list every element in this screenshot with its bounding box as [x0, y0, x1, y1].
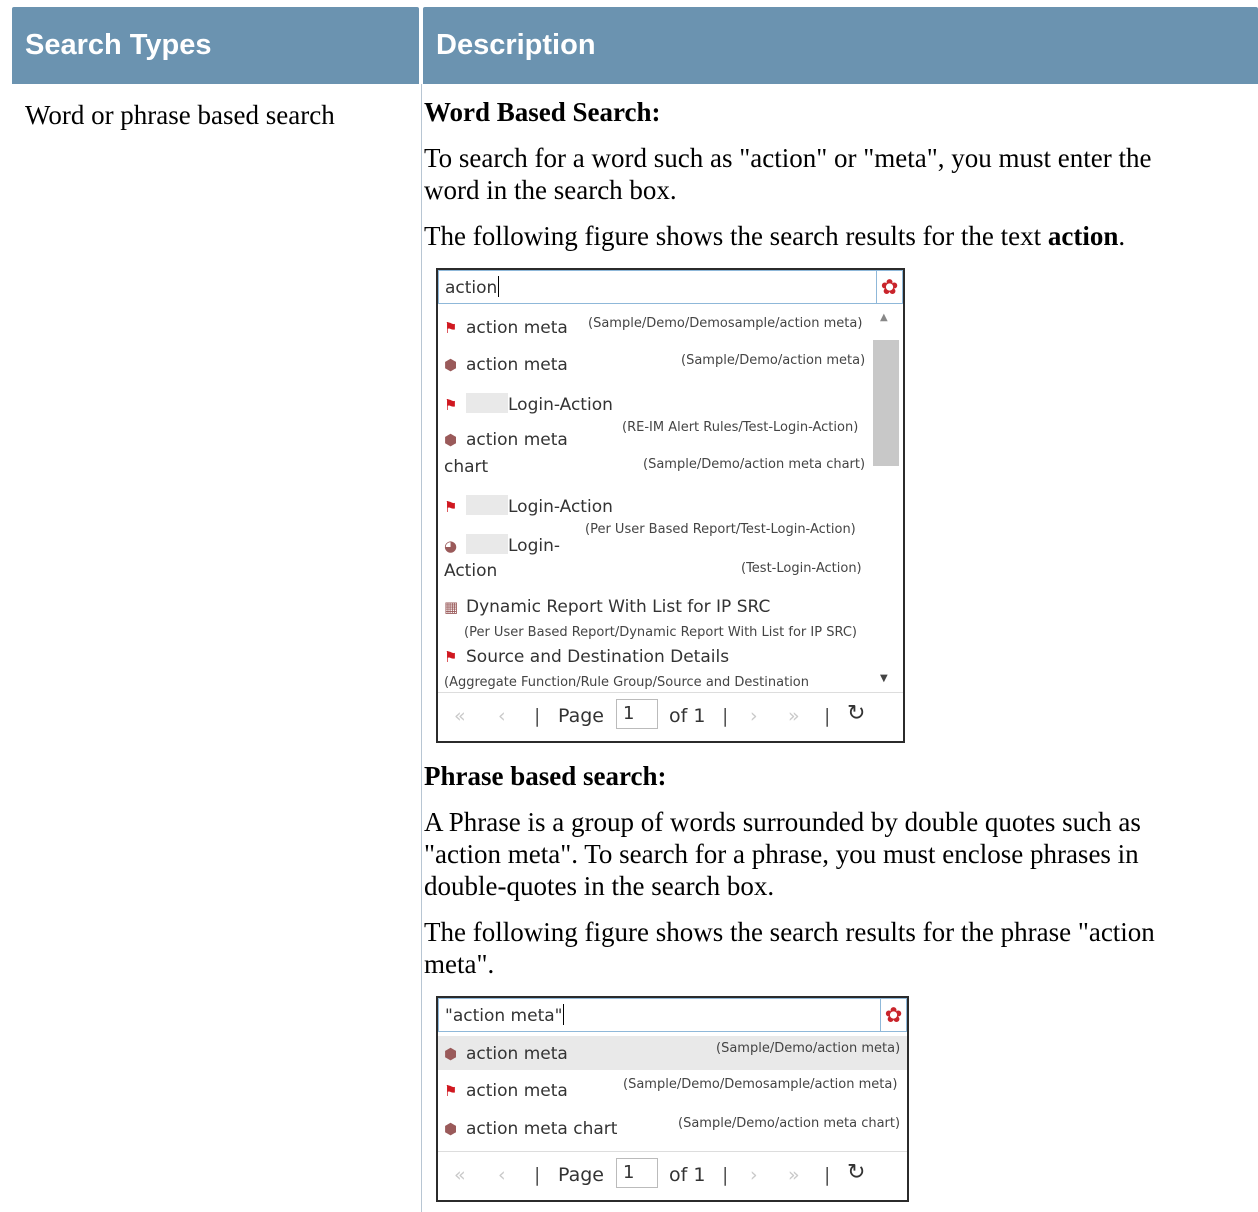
pager-separator: |	[722, 705, 729, 727]
results-scrollbar[interactable]: ▲ ▼	[871, 310, 901, 690]
gear-icon[interactable]: ✿	[880, 999, 906, 1031]
flag-icon: ⚑	[444, 396, 458, 414]
pagination-bar: « ‹ | Page 1 of 1 | › » | ↻	[438, 1151, 907, 1200]
result-path: (Sample/Demo/action meta chart)	[678, 1116, 901, 1131]
word-heading: Word Based Search:	[424, 97, 661, 127]
search-input[interactable]: "action meta"	[445, 1004, 565, 1026]
result-item[interactable]: ⬢ action meta	[444, 1044, 568, 1064]
page-number-input[interactable]: 1	[616, 699, 658, 729]
result-path: (Test-Login-Action)	[741, 561, 862, 576]
cube-icon: ⬢	[444, 1045, 458, 1063]
word-figure-caption: The following figure shows the search re…	[424, 221, 1126, 251]
result-item[interactable]: ⬢ action meta	[444, 355, 568, 375]
redacted-block	[466, 393, 508, 413]
refresh-icon[interactable]: ↻	[847, 701, 865, 726]
result-item[interactable]: ◕ Login-	[444, 534, 560, 556]
cube-icon: ⬢	[444, 431, 458, 449]
pager-separator: |	[534, 1164, 541, 1186]
first-page-icon[interactable]: «	[454, 1164, 466, 1186]
result-item[interactable]: ⚑ action meta	[444, 318, 568, 338]
flag-icon: ⚑	[444, 648, 458, 666]
phrase-para-line2: "action meta". To search for a phrase, y…	[424, 839, 1139, 869]
result-path: (RE-IM Alert Rules/Test-Login-Action)	[622, 420, 859, 435]
result-item[interactable]: ⬢ action meta chart	[444, 1119, 617, 1139]
scroll-up-icon[interactable]: ▲	[880, 312, 888, 323]
word-para-line2: word in the search box.	[424, 175, 677, 205]
result-path: (Per User Based Report/Dynamic Report Wi…	[464, 625, 857, 640]
result-item[interactable]: ⚑ action meta	[444, 1081, 568, 1101]
page-count: of 1	[669, 705, 706, 727]
redacted-block	[466, 495, 508, 515]
search-type-cell: Word or phrase based search	[25, 100, 335, 130]
first-page-icon[interactable]: «	[454, 705, 466, 727]
pager-separator: |	[824, 705, 831, 727]
column-divider	[421, 84, 422, 1212]
result-item-wrap: chart	[444, 457, 489, 477]
header-search-types: Search Types	[12, 7, 419, 84]
result-item[interactable]: ⚑ Source and Destination Details	[444, 647, 729, 667]
result-path: (Sample/Demo/action meta)	[716, 1041, 901, 1056]
page-label: Page	[558, 705, 604, 727]
result-path: (Aggregate Function/Rule Group/Source an…	[444, 675, 810, 690]
header-description: Description	[423, 7, 1258, 84]
result-path: (Per User Based Report/Test-Login-Action…	[585, 522, 856, 537]
flag-icon: ⚑	[444, 498, 458, 516]
page-label: Page	[558, 1164, 604, 1186]
result-item[interactable]: ⚑ Login-Action	[444, 393, 613, 415]
search-box[interactable]: action ✿	[438, 270, 903, 304]
cube-icon: ⬢	[444, 1120, 458, 1138]
pager-separator: |	[824, 1164, 831, 1186]
phrase-para-line3: double-quotes in the search box.	[424, 871, 775, 901]
result-path: (Sample/Demo/action meta)	[681, 353, 866, 368]
report-icon: ◕	[444, 537, 458, 555]
last-page-icon[interactable]: »	[788, 1164, 800, 1186]
phrase-caption-line1: The following figure shows the search re…	[424, 917, 1155, 947]
page-number-input[interactable]: 1	[616, 1158, 658, 1188]
prev-page-icon[interactable]: ‹	[498, 705, 506, 727]
flag-icon: ⚑	[444, 319, 458, 337]
refresh-icon[interactable]: ↻	[847, 1160, 865, 1185]
cube-icon: ⬢	[444, 356, 458, 374]
results-list: ⬢ action meta (Sample/Demo/action meta) ⚑…	[438, 1034, 907, 1152]
redacted-block	[466, 534, 508, 554]
result-path: (Sample/Demo/Demosample/action meta)	[623, 1077, 898, 1092]
chart-icon: ▦	[444, 598, 459, 616]
search-widget-phrase: "action meta" ✿ ⬢ action meta (Sample/Dem…	[436, 996, 909, 1202]
next-page-icon[interactable]: ›	[750, 1164, 758, 1186]
result-item[interactable]: ⚑ Login-Action	[444, 495, 613, 517]
result-item[interactable]: ▦ Dynamic Report With List for IP SRC	[444, 597, 770, 617]
search-box[interactable]: "action meta" ✿	[438, 998, 907, 1032]
pager-separator: |	[722, 1164, 729, 1186]
last-page-icon[interactable]: »	[788, 705, 800, 727]
result-path: (Sample/Demo/Demosample/action meta)	[588, 316, 863, 331]
word-para-line1: To search for a word such as "action" or…	[424, 143, 1152, 173]
phrase-heading: Phrase based search:	[424, 761, 667, 791]
prev-page-icon[interactable]: ‹	[498, 1164, 506, 1186]
phrase-caption-line2: meta".	[424, 949, 495, 979]
scroll-thumb[interactable]	[873, 340, 899, 466]
scroll-down-icon[interactable]: ▼	[880, 673, 888, 684]
pager-separator: |	[534, 705, 541, 727]
results-list: ⚑ action meta (Sample/Demo/Demosample/act…	[438, 306, 903, 694]
gear-icon[interactable]: ✿	[876, 271, 902, 303]
page-count: of 1	[669, 1164, 706, 1186]
search-input[interactable]: action	[445, 276, 500, 298]
result-path: (Sample/Demo/action meta chart)	[643, 457, 866, 472]
search-widget-word: action ✿ ⚑ action meta (Sample/Demo/Demos…	[436, 268, 905, 743]
result-item-wrap: Action	[444, 561, 498, 581]
next-page-icon[interactable]: ›	[750, 705, 758, 727]
phrase-para-line1: A Phrase is a group of words surrounded …	[424, 807, 1141, 837]
pagination-bar: « ‹ | Page 1 of 1 | › » | ↻	[438, 692, 903, 741]
flag-icon: ⚑	[444, 1082, 458, 1100]
result-item[interactable]: ⬢ action meta	[444, 430, 568, 450]
